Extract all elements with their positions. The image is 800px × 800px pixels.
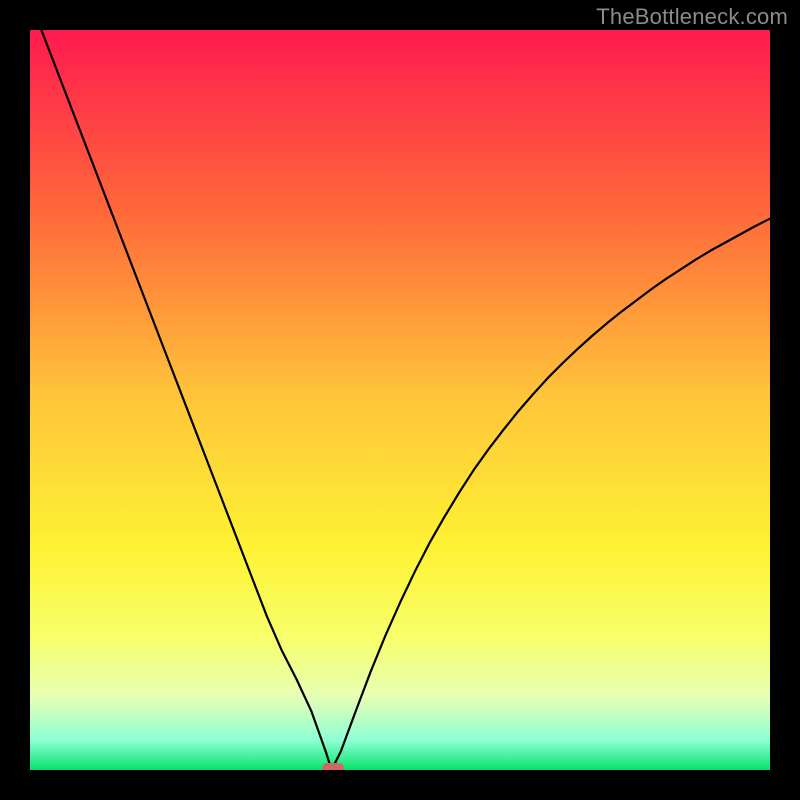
watermark-text: TheBottleneck.com — [596, 4, 788, 30]
chart-frame: TheBottleneck.com — [0, 0, 800, 800]
minimum-marker — [322, 763, 344, 770]
bottleneck-curve — [30, 30, 770, 770]
plot-area — [30, 30, 770, 770]
